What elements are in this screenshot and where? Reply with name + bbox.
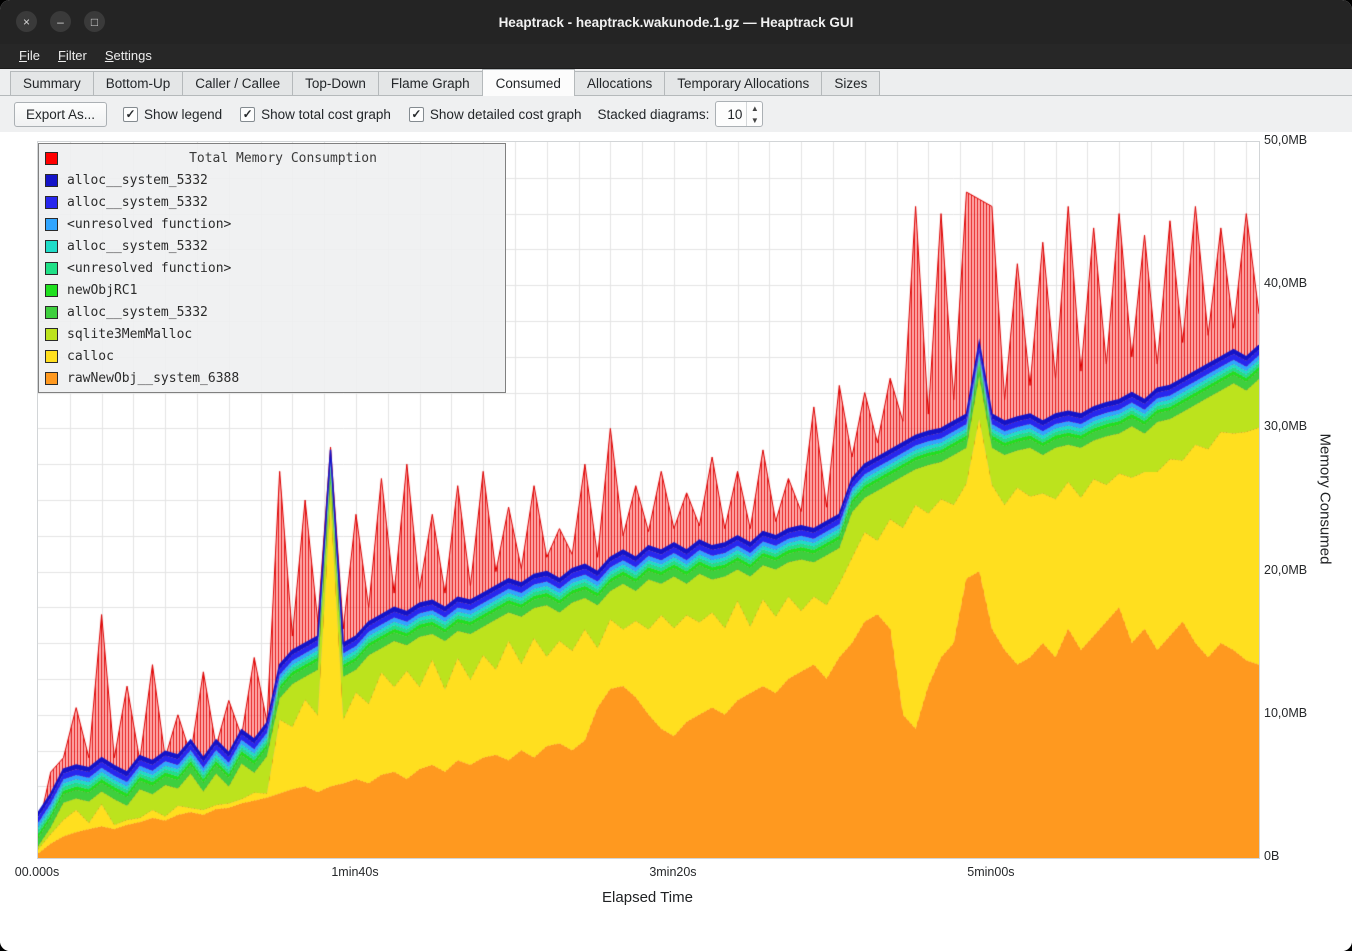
plot-region: Total Memory Consumption alloc__system_53… [37,141,1260,859]
chart-area: Total Memory Consumption alloc__system_53… [0,132,1352,951]
legend-item: alloc__system_5332 [45,301,499,323]
tab-top-down[interactable]: Top-Down [292,71,379,95]
y-tick-label: 40,0MB [1264,276,1307,290]
checkbox-checked-icon: ✓ [123,107,138,122]
export-as-button[interactable]: Export As... [14,102,107,127]
chart-legend: Total Memory Consumption alloc__system_53… [38,143,506,393]
tab-flame-graph[interactable]: Flame Graph [378,71,483,95]
legend-item: rawNewObj__system_6388 [45,367,499,389]
tab-sizes[interactable]: Sizes [821,71,880,95]
y-tick-label: 30,0MB [1264,419,1307,433]
checkbox-label: Show total cost graph [261,107,391,122]
y-tick-label: 0B [1264,849,1279,863]
legend-swatch [45,174,58,187]
app-window: × – □ Heaptrack - heaptrack.wakunode.1.gz … [0,0,1352,951]
legend-label: sqlite3MemMalloc [67,327,192,342]
spinbox-arrows: ▲ ▼ [746,102,762,126]
tab-allocations[interactable]: Allocations [574,71,665,95]
maximize-icon: □ [91,16,98,28]
checkbox-show-detailed-cost-graph[interactable]: ✓ Show detailed cost graph [409,107,582,122]
close-icon: × [23,16,30,28]
legend-swatch [45,350,58,363]
maximize-button[interactable]: □ [84,11,105,32]
legend-item: <unresolved function> [45,213,499,235]
tab-summary[interactable]: Summary [10,71,94,95]
legend-item: alloc__system_5332 [45,235,499,257]
x-tick-label: 5min00s [967,865,1014,879]
y-tick-label: 50,0MB [1264,133,1307,147]
legend-swatch [45,240,58,253]
tab-consumed[interactable]: Consumed [482,69,575,96]
tab-bottom-up[interactable]: Bottom-Up [93,71,184,95]
legend-item: Total Memory Consumption [45,147,499,169]
legend-item: alloc__system_5332 [45,169,499,191]
legend-swatch [45,218,58,231]
minimize-button[interactable]: – [50,11,71,32]
y-axis-title: Memory Consumed [1317,434,1334,565]
toolbar-checkboxes: ✓ Show legend ✓ Show total cost graph ✓ Show … [123,107,582,122]
checkbox-label: Show legend [144,107,222,122]
legend-label: <unresolved function> [67,217,231,232]
menu-item-settings[interactable]: Settings [96,44,161,68]
legend-label: alloc__system_5332 [67,305,208,320]
legend-item: <unresolved function> [45,257,499,279]
checkbox-checked-icon: ✓ [240,107,255,122]
legend-label: alloc__system_5332 [67,173,208,188]
x-tick-label: 1min40s [331,865,378,879]
legend-swatch [45,262,58,275]
legend-label: alloc__system_5332 [67,239,208,254]
legend-swatch [45,306,58,319]
window-controls: × – □ [16,11,105,32]
spinbox-value: 10 [716,102,746,126]
checkbox-show-total-cost-graph[interactable]: ✓ Show total cost graph [240,107,391,122]
y-tick-label: 20,0MB [1264,563,1307,577]
x-axis-title: Elapsed Time [37,889,1258,906]
stacked-diagrams-spinbox[interactable]: 10 ▲ ▼ [715,101,763,127]
menu-item-file[interactable]: File [10,44,49,68]
x-tick-label: 00.000s [15,865,59,879]
toolbar: Export As... ✓ Show legend ✓ Show total cos… [0,96,1352,132]
menu-item-filter[interactable]: Filter [49,44,96,68]
legend-label: alloc__system_5332 [67,195,208,210]
legend-swatch [45,372,58,385]
stacked-diagrams-label: Stacked diagrams: [598,107,710,122]
checkbox-show-legend[interactable]: ✓ Show legend [123,107,222,122]
menu-bar: FileFilterSettings [0,44,1352,69]
legend-item: alloc__system_5332 [45,191,499,213]
spinbox-up-button[interactable]: ▲ [747,102,762,114]
legend-label: calloc [67,349,114,364]
legend-swatch [45,152,58,165]
spinbox-down-button[interactable]: ▼ [747,114,762,126]
legend-swatch [45,328,58,341]
x-tick-label: 3min20s [649,865,696,879]
window-title: Heaptrack - heaptrack.wakunode.1.gz — He… [0,0,1352,44]
tab-caller-callee[interactable]: Caller / Callee [182,71,293,95]
legend-item: newObjRC1 [45,279,499,301]
tab-bar: SummaryBottom-UpCaller / CalleeTop-DownF… [0,69,1352,96]
legend-title: Total Memory Consumption [67,151,499,166]
close-button[interactable]: × [16,11,37,32]
checkbox-checked-icon: ✓ [409,107,424,122]
tab-temporary-allocations[interactable]: Temporary Allocations [664,71,822,95]
y-tick-label: 10,0MB [1264,706,1307,720]
checkbox-label: Show detailed cost graph [430,107,582,122]
legend-label: newObjRC1 [67,283,137,298]
legend-item: calloc [45,345,499,367]
legend-label: rawNewObj__system_6388 [67,371,239,386]
legend-swatch [45,196,58,209]
legend-swatch [45,284,58,297]
legend-item: sqlite3MemMalloc [45,323,499,345]
minimize-icon: – [57,16,64,28]
legend-label: <unresolved function> [67,261,231,276]
titlebar[interactable]: × – □ Heaptrack - heaptrack.wakunode.1.gz … [0,0,1352,44]
